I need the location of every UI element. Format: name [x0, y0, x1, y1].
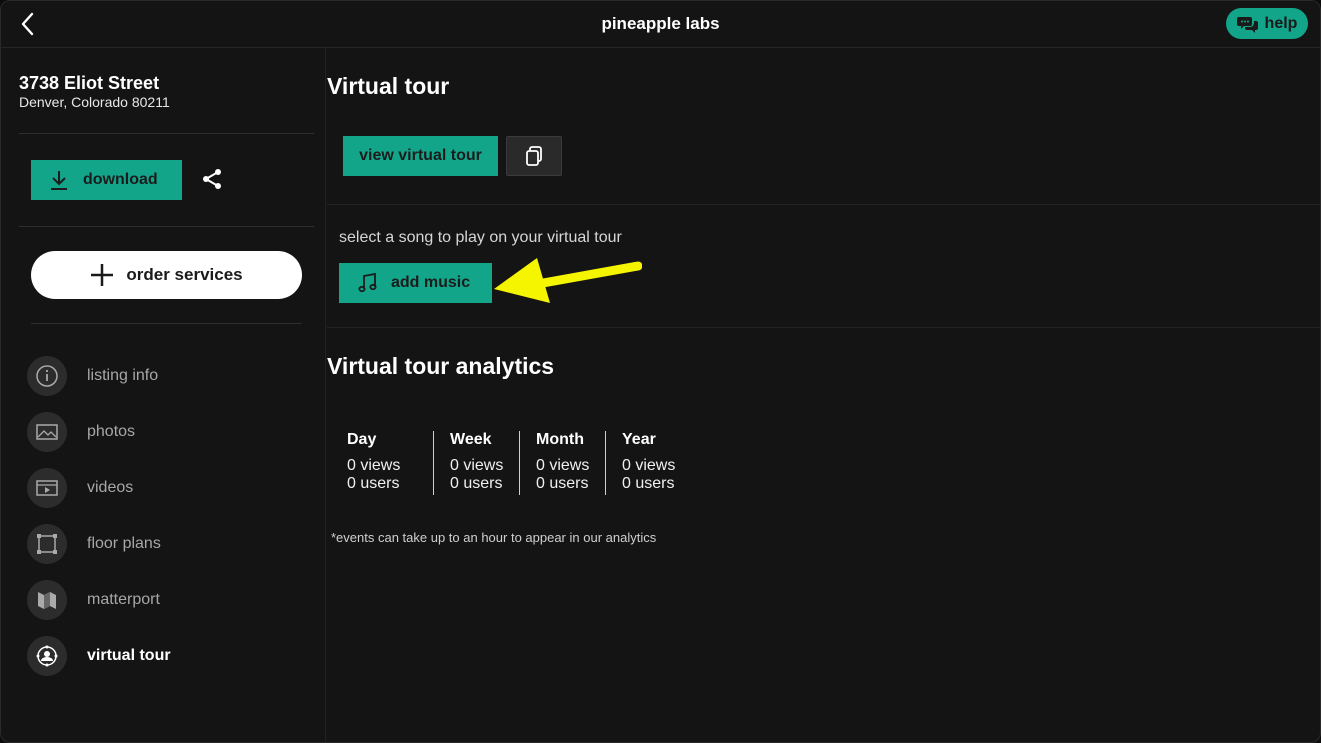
order-services-button[interactable]: order services [31, 251, 302, 299]
sidebar-item-photos[interactable]: photos [27, 412, 307, 452]
plus-icon [91, 264, 114, 286]
sidebar-item-matterport[interactable]: matterport [27, 580, 307, 620]
chat-bubbles-icon [1236, 16, 1258, 33]
users-count: 0 users [536, 475, 589, 492]
add-music-label: add music [391, 274, 471, 291]
view-virtual-tour-button[interactable]: view virtual tour [343, 136, 498, 176]
virtual-tour-icon [27, 636, 67, 676]
analytics-week: Week 0 views 0 users [433, 431, 519, 495]
users-count: 0 users [347, 475, 400, 492]
sidebar-item-listing-info[interactable]: listing info [27, 356, 307, 396]
users-count: 0 users [450, 475, 503, 492]
add-music-button[interactable]: add music [339, 263, 492, 303]
floor-plan-icon [27, 524, 67, 564]
share-icon [203, 169, 221, 189]
info-icon [27, 356, 67, 396]
main-content: Virtual tour view virtual tour select a … [327, 48, 1320, 742]
divider [327, 204, 1320, 205]
views-count: 0 views [622, 457, 676, 474]
sidebar-item-label: listing info [87, 367, 159, 384]
song-prompt: select a song to play on your virtual to… [339, 229, 622, 246]
divider [327, 327, 1320, 328]
copy-link-button[interactable] [506, 136, 562, 176]
order-services-label: order services [126, 265, 243, 284]
analytics-title: Virtual tour analytics [327, 353, 555, 379]
matterport-icon [27, 580, 67, 620]
sidebar-item-label: floor plans [87, 535, 161, 552]
share-button[interactable] [200, 167, 224, 191]
download-label: download [83, 171, 158, 188]
users-count: 0 users [622, 475, 675, 492]
sidebar-item-videos[interactable]: videos [27, 468, 307, 508]
video-icon [27, 468, 67, 508]
app-window: pineapple labs help 3738 Eliot Street De… [0, 0, 1321, 743]
analytics-day: Day 0 views 0 users [347, 431, 433, 495]
views-count: 0 views [450, 457, 504, 474]
period-label: Week [450, 431, 492, 448]
property-address: 3738 Eliot Street [19, 73, 160, 93]
help-label: help [1264, 14, 1298, 32]
help-button[interactable]: help [1226, 8, 1308, 39]
divider [19, 226, 314, 227]
analytics-note: *events can take up to an hour to appear… [331, 530, 657, 545]
sidebar-item-virtual-tour[interactable]: virtual tour [27, 636, 307, 676]
sidebar-item-floor-plans[interactable]: floor plans [27, 524, 307, 564]
views-count: 0 views [347, 457, 401, 474]
sidebar-item-label: videos [87, 479, 134, 496]
top-bar: pineapple labs help [1, 1, 1320, 48]
sidebar-item-label: matterport [87, 591, 160, 608]
divider [31, 323, 302, 324]
property-city: Denver, Colorado 80211 [19, 94, 170, 110]
divider [19, 133, 314, 134]
period-label: Month [536, 431, 584, 448]
app-title: pineapple labs [601, 14, 720, 33]
analytics-month: Month 0 views 0 users [519, 431, 605, 495]
image-icon [27, 412, 67, 452]
sidebar-item-label: photos [87, 423, 136, 440]
sidebar: 3738 Eliot Street Denver, Colorado 80211… [1, 48, 326, 742]
virtual-tour-title: Virtual tour [327, 73, 450, 99]
analytics-year: Year 0 views 0 users [605, 431, 691, 495]
analytics-table: Day 0 views 0 users Week 0 views 0 users… [347, 431, 691, 495]
download-button[interactable]: download [31, 160, 182, 200]
copy-icon [526, 146, 542, 166]
period-label: Year [622, 431, 656, 448]
period-label: Day [347, 431, 377, 448]
views-count: 0 views [536, 457, 590, 474]
download-icon [51, 171, 67, 190]
music-note-icon [358, 272, 377, 293]
sidebar-item-label: virtual tour [87, 647, 171, 664]
annotation-arrow-icon [494, 258, 642, 303]
